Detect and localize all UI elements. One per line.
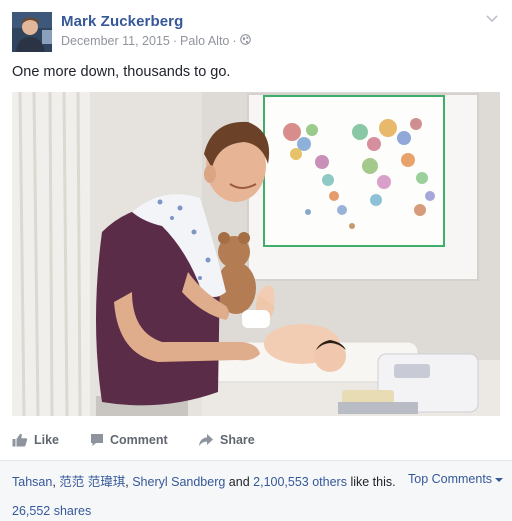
- like-suffix: like this.: [346, 475, 396, 489]
- meta-separator: ·: [232, 34, 237, 48]
- caret-down-icon: [495, 472, 504, 486]
- avatar[interactable]: [12, 12, 52, 52]
- comment-button[interactable]: Comment: [90, 433, 168, 447]
- post-photo[interactable]: [12, 92, 500, 416]
- comment-label: Comment: [110, 433, 168, 447]
- reactions-summary: Tahsan, 范范 范瑋琪, Sheryl Sandberg and 2,10…: [0, 460, 512, 521]
- others-link[interactable]: 2,100,553 others: [253, 475, 347, 489]
- post-date[interactable]: December 11, 2015: [61, 34, 170, 48]
- post-text: One more down, thousands to go.: [12, 64, 231, 80]
- author-name[interactable]: Mark Zuckerberg: [61, 13, 183, 30]
- share-label: Share: [220, 433, 255, 447]
- top-comments-label: Top Comments: [408, 472, 493, 486]
- liker-name[interactable]: Tahsan: [12, 475, 52, 489]
- and-text: and: [225, 475, 254, 489]
- post-actions: Like Comment Share: [0, 428, 512, 458]
- meta-separator: ·: [172, 34, 178, 48]
- share-icon: [198, 433, 214, 447]
- chevron-down-icon[interactable]: [484, 10, 500, 26]
- globe-icon: [239, 34, 251, 48]
- shares-count[interactable]: 26,552 shares: [12, 504, 91, 518]
- post-location[interactable]: Palo Alto: [180, 34, 229, 48]
- comment-icon: [90, 433, 104, 447]
- share-button[interactable]: Share: [198, 433, 255, 447]
- liker-name[interactable]: 范范 范瑋琪: [59, 475, 125, 489]
- likes-sentence: Tahsan, 范范 范瑋琪, Sheryl Sandberg and 2,10…: [12, 471, 396, 490]
- like-label: Like: [34, 433, 60, 447]
- liker-name[interactable]: Sheryl Sandberg: [132, 475, 225, 489]
- top-comments-dropdown[interactable]: Top Comments: [408, 472, 504, 486]
- like-icon: [12, 433, 28, 447]
- post-meta: December 11, 2015 · Palo Alto ·: [61, 34, 251, 48]
- post-header: Mark Zuckerberg December 11, 2015 · Palo…: [0, 0, 512, 62]
- like-button[interactable]: Like: [12, 433, 59, 447]
